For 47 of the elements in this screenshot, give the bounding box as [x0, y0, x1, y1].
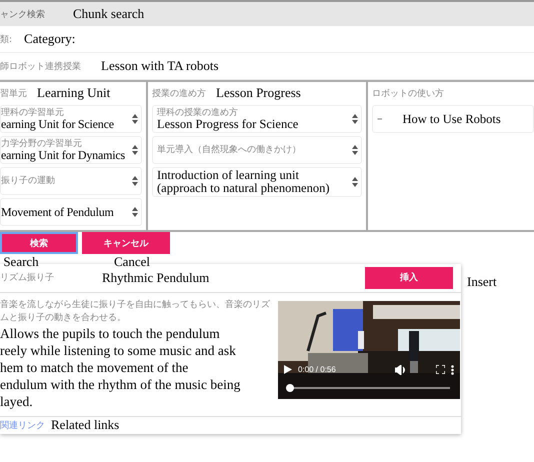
select-field[interactable]: 理科の学習単元 earning Unit for Science: [0, 105, 142, 133]
result-title: リズム振り子: [0, 272, 54, 284]
select-field[interactable]: 振り子の運動: [0, 167, 142, 195]
caret-icon: [132, 145, 138, 155]
column-translation: Learning Unit: [37, 85, 110, 101]
caret-icon: [352, 114, 358, 124]
lesson-type-value: 師ロボット連携授業: [0, 60, 81, 72]
more-icon[interactable]: [451, 364, 454, 375]
header-bar: ャンク検索 Chunk search: [0, 0, 534, 26]
description-translation-line: Allows the pupils to touch the pendulum: [0, 324, 221, 342]
description-line: 音楽を流しながら生徒に振り子を自由に触ってもらい、音楽のリズ: [0, 298, 270, 312]
select-field[interactable]: Introduction of learning unit (approach to natural phenomenon): [152, 167, 362, 197]
column-label: 授業の進め方: [152, 88, 206, 100]
cancel-button[interactable]: キャンセル: [82, 232, 170, 254]
lesson-type-translation: Lesson with TA robots: [101, 58, 219, 74]
insert-translation: Insert: [467, 274, 497, 290]
select-field[interactable]: Movement of Pendulum: [0, 198, 142, 226]
result-title-translation: Rhythmic Pendulum: [102, 270, 210, 286]
search-button[interactable]: 検索: [0, 232, 78, 254]
fullscreen-icon[interactable]: [436, 365, 445, 374]
insert-button[interactable]: 挿入: [365, 266, 453, 289]
select-field[interactable]: 単元導入（自然現象への働きかけ）: [152, 136, 362, 164]
caret-icon: [132, 114, 138, 124]
description-translation-line: hem to match the movement of the: [0, 358, 190, 376]
column-label: 習単元: [0, 88, 27, 100]
caret-icon: [352, 177, 358, 187]
select-field[interactable]: 力学分野の学習単元 earning Unit for Dynamics: [0, 136, 142, 164]
caret-icon: [132, 176, 138, 186]
button-translation: Search: [2, 254, 40, 270]
select-field[interactable]: – How to Use Robots: [372, 105, 534, 133]
caret-icon: [132, 207, 138, 217]
related-links-translation: Related links: [51, 417, 120, 434]
column-translation: Lesson Progress: [216, 85, 301, 101]
header-translation: Chunk search: [73, 6, 144, 22]
play-icon[interactable]: [284, 365, 292, 374]
column-label: ロボットの使い方: [372, 88, 444, 100]
volume-icon[interactable]: [395, 364, 406, 375]
caret-icon: [352, 145, 358, 155]
description-translation-line: reely while listening to some music and ask: [0, 342, 237, 359]
button-translation: Cancel: [112, 254, 152, 270]
description-translation-line: endulum with the rhythm of the music being: [0, 376, 242, 393]
category-translation: Category:: [24, 31, 76, 47]
video-time: 0:00 / 0:56: [298, 365, 336, 374]
description-line: ムと振り子の動きを合わせる。: [0, 312, 127, 325]
category-label: 類:: [0, 34, 12, 46]
select-field[interactable]: 理科の授業の進め方 Lesson Progress for Science: [152, 105, 362, 133]
description-translation-line: layed.: [0, 392, 34, 410]
